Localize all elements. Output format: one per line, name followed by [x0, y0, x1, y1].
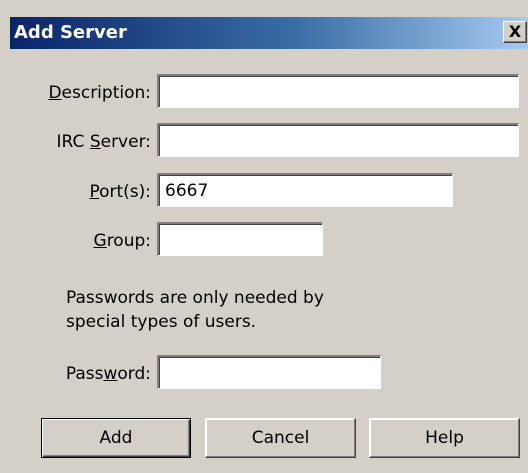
irc-server-label: IRC Server:: [56, 132, 151, 152]
dialog-title: Add Server: [14, 22, 127, 43]
description-label: Description:: [48, 83, 151, 103]
password-label: Password:: [65, 364, 151, 384]
note-line-1: Passwords are only needed by: [66, 288, 324, 308]
note-line-2: special types of users.: [66, 312, 257, 332]
irc-server-input[interactable]: [157, 123, 519, 157]
title-bar[interactable]: Add Server X: [10, 17, 528, 49]
password-note: Passwords are only needed by special typ…: [66, 286, 396, 334]
add-button[interactable]: Add: [41, 418, 191, 458]
ports-label: Port(s):: [89, 182, 151, 202]
close-icon: X: [508, 22, 522, 41]
description-input[interactable]: [157, 74, 519, 108]
group-label: Group:: [93, 231, 152, 251]
password-input[interactable]: [157, 355, 381, 389]
ports-input[interactable]: [157, 173, 453, 207]
help-button[interactable]: Help: [369, 418, 520, 458]
add-server-dialog: Add Server X Description: IRC Server: Po…: [0, 0, 528, 473]
close-button[interactable]: X: [503, 21, 527, 43]
group-input[interactable]: [157, 222, 323, 256]
cancel-button[interactable]: Cancel: [205, 418, 356, 458]
